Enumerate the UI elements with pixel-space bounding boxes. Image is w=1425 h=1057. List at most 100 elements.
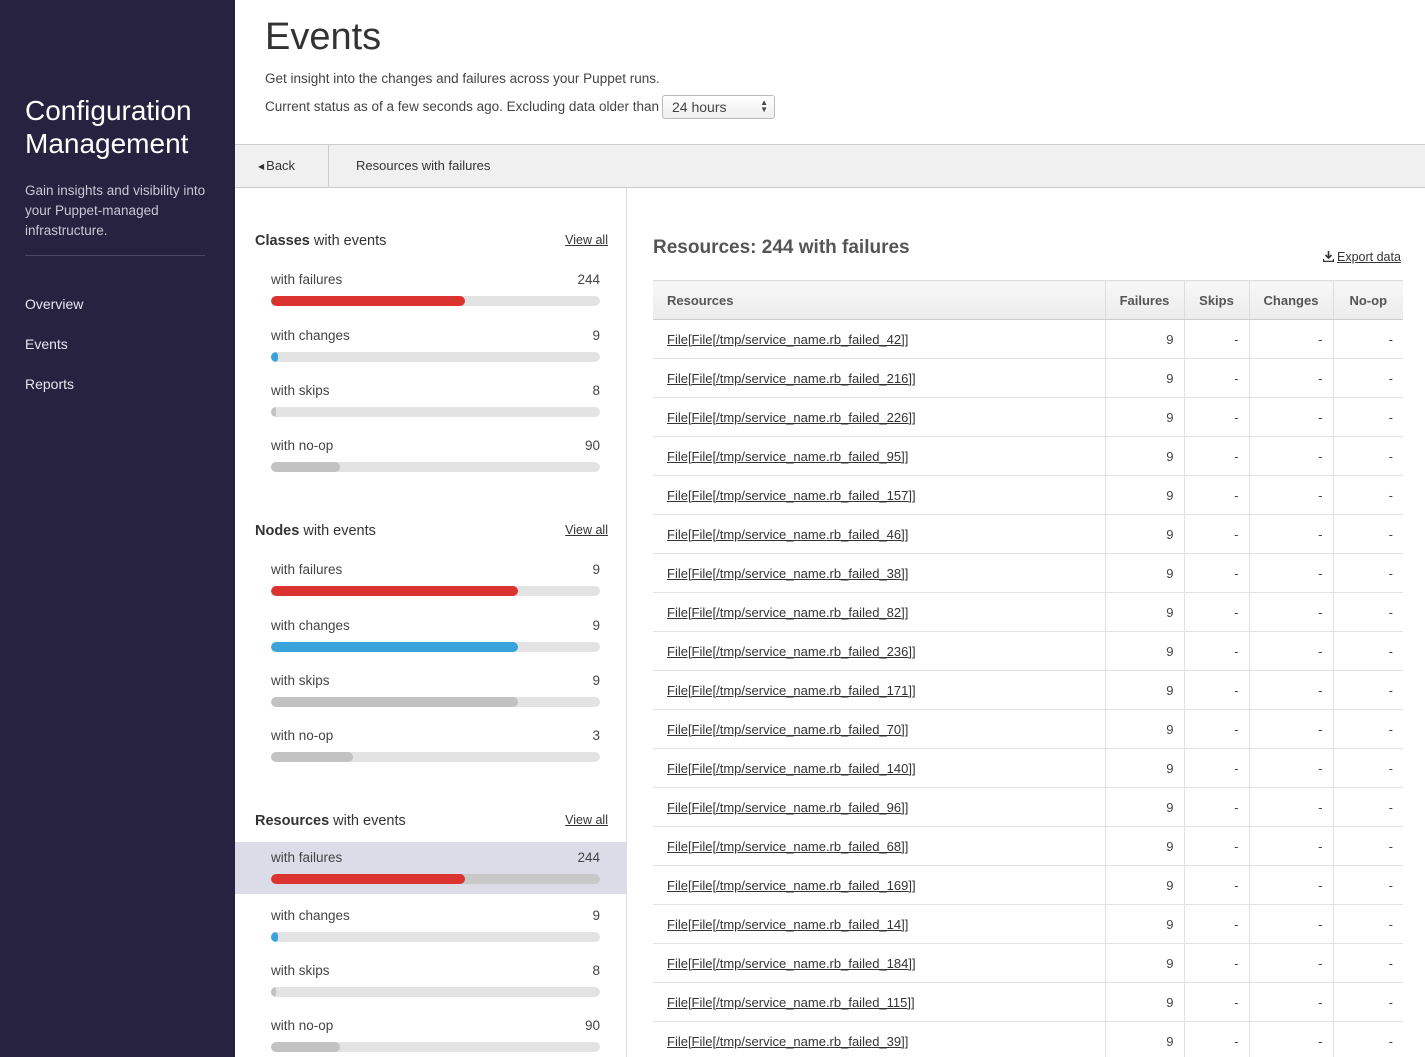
resource-link[interactable]: File[File[/tmp/service_name.rb_failed_16…: [667, 878, 916, 893]
resource-link[interactable]: File[File[/tmp/service_name.rb_failed_15…: [667, 488, 916, 503]
failures-cell: 9: [1104, 397, 1184, 437]
failures-cell: 9: [1104, 514, 1184, 554]
stat-count: 9: [592, 328, 600, 343]
stat-classes-noop[interactable]: with no-op 90: [235, 430, 626, 482]
failures-cell: 9: [1104, 631, 1184, 671]
resource-link[interactable]: File[File[/tmp/service_name.rb_failed_68…: [667, 839, 908, 854]
stat-nodes-changes[interactable]: with changes 9: [235, 610, 626, 662]
app-title: Configuration Management: [25, 95, 192, 159]
resource-link[interactable]: File[File[/tmp/service_name.rb_failed_38…: [667, 566, 908, 581]
resource-name-cell: File[File[/tmp/service_name.rb_failed_95…: [653, 436, 1105, 476]
stat-bar-fill: [271, 987, 276, 997]
stat-resources-skips[interactable]: with skips 8: [235, 955, 626, 1007]
stat-classes-skips[interactable]: with skips 8: [235, 375, 626, 427]
column-header-noop[interactable]: No-op: [1332, 280, 1403, 320]
changes-cell: -: [1248, 865, 1333, 905]
changes-cell: -: [1248, 943, 1333, 983]
skips-cell: -: [1183, 865, 1249, 905]
sidebar-item-events[interactable]: Events: [25, 336, 83, 376]
resource-link[interactable]: File[File[/tmp/service_name.rb_failed_95…: [667, 449, 908, 464]
back-button[interactable]: ◀ Back: [235, 145, 329, 187]
skips-cell: -: [1183, 826, 1249, 866]
changes-cell: -: [1248, 904, 1333, 944]
select-arrows-icon: ▲ ▼: [760, 98, 768, 114]
view-all-classes-link[interactable]: View all: [565, 233, 608, 247]
stat-count: 9: [592, 673, 600, 688]
resource-link[interactable]: File[File[/tmp/service_name.rb_failed_14…: [667, 917, 908, 932]
noop-cell: -: [1332, 631, 1403, 671]
table-row: File[File[/tmp/service_name.rb_failed_15…: [653, 475, 1403, 515]
stat-label: with no-op: [271, 438, 334, 453]
stat-resources-changes[interactable]: with changes 9: [235, 900, 626, 952]
column-header-skips[interactable]: Skips: [1183, 280, 1249, 320]
status-text: Current status as of a few seconds ago. …: [265, 99, 659, 114]
changes-cell: -: [1248, 709, 1333, 749]
skips-cell: -: [1183, 943, 1249, 983]
stat-resources-failures[interactable]: with failures 244: [235, 842, 626, 894]
view-all-resources-link[interactable]: View all: [565, 813, 608, 827]
export-data-link[interactable]: Export data: [1323, 250, 1401, 264]
stat-bar-fill: [271, 932, 278, 942]
resource-name-cell: File[File[/tmp/service_name.rb_failed_11…: [653, 982, 1105, 1022]
stat-count: 90: [584, 1018, 600, 1033]
noop-cell: -: [1332, 943, 1403, 983]
skips-cell: -: [1183, 475, 1249, 515]
stat-resources-noop[interactable]: with no-op 90: [235, 1010, 626, 1057]
changes-cell: -: [1248, 397, 1333, 437]
view-all-nodes-link[interactable]: View all: [565, 523, 608, 537]
stat-classes-changes[interactable]: with changes 9: [235, 320, 626, 372]
failures-cell: 9: [1104, 475, 1184, 515]
resource-link[interactable]: File[File[/tmp/service_name.rb_failed_82…: [667, 605, 908, 620]
stat-count: 90: [584, 438, 600, 453]
resource-link[interactable]: File[File[/tmp/service_name.rb_failed_70…: [667, 722, 908, 737]
noop-cell: -: [1332, 397, 1403, 437]
resource-link[interactable]: File[File[/tmp/service_name.rb_failed_17…: [667, 683, 916, 698]
skips-cell: -: [1183, 592, 1249, 632]
resource-name-cell: File[File[/tmp/service_name.rb_failed_46…: [653, 514, 1105, 554]
breadcrumb-current: Resources with failures: [356, 158, 491, 173]
timeframe-select[interactable]: 24 hours ▲ ▼: [662, 95, 775, 119]
stat-bar: [271, 407, 600, 417]
page-header: Events Get insight into the changes and …: [235, 0, 1425, 144]
resource-name-cell: File[File[/tmp/service_name.rb_failed_15…: [653, 475, 1105, 515]
table-row: File[File[/tmp/service_name.rb_failed_22…: [653, 397, 1403, 437]
column-header-resources[interactable]: Resources: [653, 280, 1105, 320]
resource-link[interactable]: File[File[/tmp/service_name.rb_failed_96…: [667, 800, 908, 815]
stat-bar: [271, 874, 600, 884]
column-header-changes[interactable]: Changes: [1248, 280, 1333, 320]
stat-nodes-failures[interactable]: with failures 9: [235, 554, 626, 606]
skips-cell: -: [1183, 436, 1249, 476]
resource-link[interactable]: File[File[/tmp/service_name.rb_failed_22…: [667, 410, 916, 425]
failures-cell: 9: [1104, 748, 1184, 788]
stat-nodes-skips[interactable]: with skips 9: [235, 665, 626, 717]
failures-cell: 9: [1104, 943, 1184, 983]
sidebar-item-reports[interactable]: Reports: [25, 376, 83, 416]
failures-cell: 9: [1104, 553, 1184, 593]
stat-label: with skips: [271, 673, 330, 688]
stat-classes-failures[interactable]: with failures 244: [235, 264, 626, 316]
stat-bar-fill: [271, 697, 518, 707]
resource-link[interactable]: File[File[/tmp/service_name.rb_failed_46…: [667, 527, 908, 542]
resource-link[interactable]: File[File[/tmp/service_name.rb_failed_18…: [667, 956, 916, 971]
table-row: File[File[/tmp/service_name.rb_failed_96…: [653, 787, 1403, 827]
failures-cell: 9: [1104, 865, 1184, 905]
resource-link[interactable]: File[File[/tmp/service_name.rb_failed_42…: [667, 332, 908, 347]
stat-bar: [271, 642, 600, 652]
skips-cell: -: [1183, 982, 1249, 1022]
export-label: Export data: [1337, 250, 1401, 264]
resource-link[interactable]: File[File[/tmp/service_name.rb_failed_11…: [667, 995, 915, 1010]
column-header-failures[interactable]: Failures: [1104, 280, 1184, 320]
stat-count: 8: [592, 963, 600, 978]
stat-bar: [271, 987, 600, 997]
page-subtitle: Get insight into the changes and failure…: [265, 71, 660, 86]
table-row: File[File[/tmp/service_name.rb_failed_39…: [653, 1021, 1403, 1057]
resource-link[interactable]: File[File[/tmp/service_name.rb_failed_21…: [667, 371, 916, 386]
stat-nodes-noop[interactable]: with no-op 3: [235, 720, 626, 772]
resource-link[interactable]: File[File[/tmp/service_name.rb_failed_23…: [667, 644, 916, 659]
resource-link[interactable]: File[File[/tmp/service_name.rb_failed_39…: [667, 1034, 908, 1049]
page-title: Events: [265, 16, 382, 58]
noop-cell: -: [1332, 904, 1403, 944]
resource-link[interactable]: File[File[/tmp/service_name.rb_failed_14…: [667, 761, 916, 776]
noop-cell: -: [1332, 436, 1403, 476]
sidebar-item-overview[interactable]: Overview: [25, 296, 83, 336]
